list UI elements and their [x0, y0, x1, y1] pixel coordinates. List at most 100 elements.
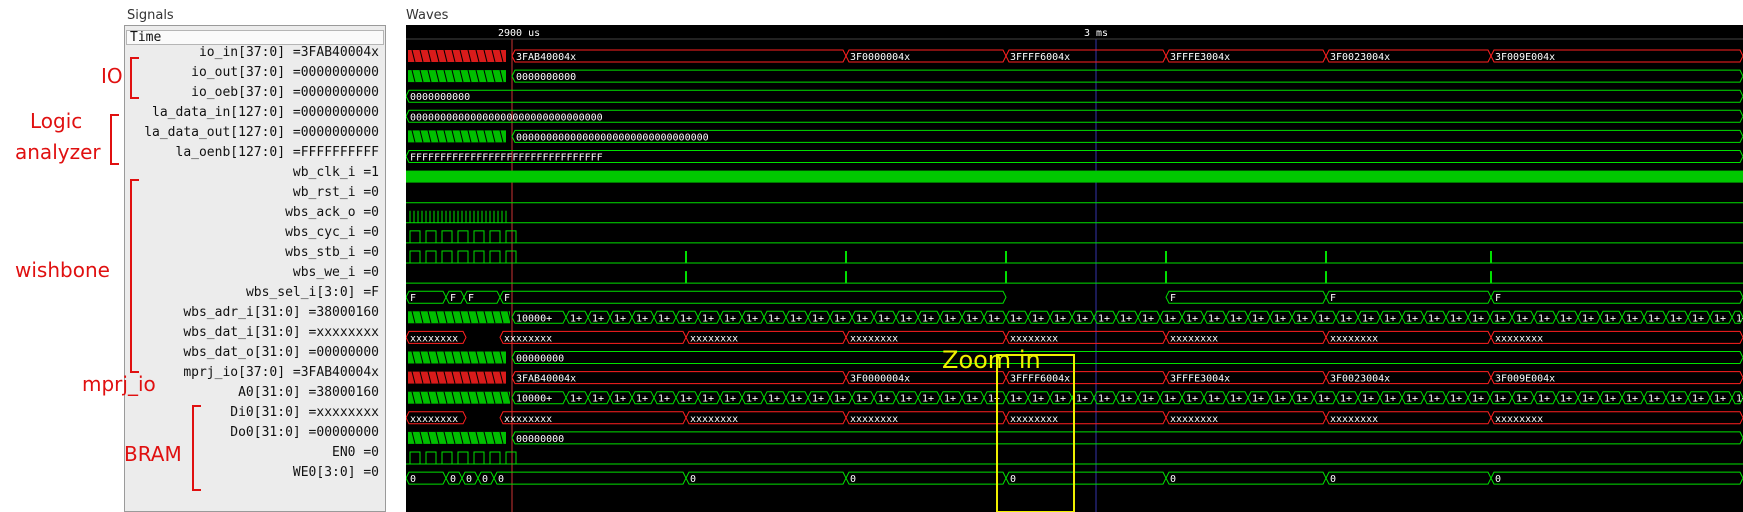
wbs-cyc-pulse — [425, 230, 437, 243]
a0-seg-label: 1+ — [1604, 394, 1616, 405]
wbs-stb-pulse — [489, 250, 501, 263]
signal-wb-clk-i[interactable]: wb_clk_i =1 — [293, 165, 379, 181]
annotation-logic: Logic — [30, 109, 83, 133]
signal-io-oeb[interactable]: io_oeb[37:0] =0000000000 — [191, 85, 379, 101]
signal-a0[interactable]: A0[31:0] =38000160 — [238, 385, 379, 401]
signal-wb-rst-i[interactable]: wb_rst_i =0 — [293, 185, 379, 201]
wbs-adr-seg-label: 1+ — [1340, 313, 1352, 324]
wb-clk-fill — [406, 170, 1743, 183]
timeline-marker-2900us: 2900 us — [498, 28, 540, 39]
wbs-sel-seg-label: F — [450, 293, 456, 304]
a0-seg-label: 1+ — [1494, 394, 1506, 405]
a0-seg-label: 1+ — [680, 394, 692, 405]
en0-pulse — [473, 451, 485, 464]
a0-seg-label: 1+ — [1472, 394, 1484, 405]
mprj-io-seg-label: 3FAB40004x — [516, 374, 576, 385]
a0-seg-label: 1+ — [1252, 394, 1264, 405]
di0-seg-label: xxxxxxxx — [1495, 414, 1543, 425]
a0-seg-label: 1+ — [1362, 394, 1374, 405]
wbs-adr-seg-label: 1+ — [1274, 313, 1286, 324]
mprj-io-seg-label: 3F0023004x — [1330, 374, 1390, 385]
di0-seg-label: xxxxxxxx — [410, 414, 458, 425]
signal-io-in[interactable]: io_in[37:0] =3FAB40004x — [199, 45, 379, 61]
wbs-cyc-pulse — [473, 230, 485, 243]
wbs-adr-seg-label: 1+ — [1604, 313, 1616, 324]
wbs-stb-pulse — [425, 250, 437, 263]
signal-di0[interactable]: Di0[31:0] =xxxxxxxx — [230, 405, 379, 421]
wbs-adr-seg-label: 1+ — [592, 313, 604, 324]
signal-we0[interactable]: WE0[3:0] =0 — [293, 465, 379, 481]
wbs-sel-seg — [1165, 290, 1327, 304]
wbs-stb-pulse — [457, 250, 469, 263]
signal-wbs-adr-i[interactable]: wbs_adr_i[31:0] =38000160 — [183, 305, 379, 321]
a0-seg-label: 1+ — [1626, 394, 1638, 405]
a0-seg-label: 1+ — [614, 394, 626, 405]
a0-seg-label: 1+ — [1230, 394, 1242, 405]
waves-panel[interactable]: 2900 us 3 ms 3FAB40004x 3F0000004x 3FFFF6004… — [406, 25, 1743, 512]
wbs-adr-seg-label: 1+ — [570, 313, 582, 324]
signal-wbs-we-i[interactable]: wbs_we_i =0 — [293, 265, 379, 281]
wbs-adr-seg-label: 1+ — [1494, 313, 1506, 324]
signal-en0[interactable]: EN0 =0 — [332, 445, 379, 461]
signal-la-oenb[interactable]: la_oenb[127:0] =FFFFFFFFFF — [176, 145, 380, 161]
annotation-mprj-io: mprj_io — [82, 372, 156, 396]
signal-wbs-stb-i[interactable]: wbs_stb_i =0 — [285, 245, 379, 261]
wbs-adr-seg-label: 1+ — [1186, 313, 1198, 324]
a0-seg-label: 1+ — [1670, 394, 1682, 405]
signal-wbs-cyc-i[interactable]: wbs_cyc_i =0 — [285, 225, 379, 241]
we0-seg-label: 0 — [450, 474, 456, 485]
signal-do0[interactable]: Do0[31:0] =00000000 — [230, 425, 379, 441]
a0-seg-label: 1+ — [636, 394, 648, 405]
a0-seg-label: 1+ — [1076, 394, 1088, 405]
wbs-sel-seg-label: F — [468, 293, 474, 304]
a0-seg-label: 1+ — [1384, 394, 1396, 405]
a0-seg-label: 1+ — [1736, 394, 1743, 405]
la-data-in-seg — [406, 109, 1743, 123]
io-in-seg-label: 3F009E004x — [1495, 52, 1555, 63]
wbs-stb-pulse — [473, 250, 485, 263]
wbs-dat-i-seg-label: xxxxxxxx — [850, 333, 898, 344]
wbs-adr-seg-label: 1+ — [680, 313, 692, 324]
signal-wbs-sel-i[interactable]: wbs_sel_i[3:0] =F — [246, 285, 379, 301]
signal-io-out[interactable]: io_out[37:0] =0000000000 — [191, 65, 379, 81]
wbs-adr-seg-label: 1+ — [614, 313, 626, 324]
a0-seg-label: 1+ — [724, 394, 736, 405]
la-oenb-seg-label: FFFFFFFFFFFFFFFFFFFFFFFFFFFFFFFF — [410, 153, 603, 164]
signals-panel[interactable]: Time io_in[37:0] =3FAB40004x io_out[37:0… — [124, 25, 386, 512]
we0-seg-label: 0 — [1170, 474, 1176, 485]
wbs-stb-pulse — [441, 250, 453, 263]
en0-pulse — [505, 451, 517, 464]
we0-seg — [845, 471, 1007, 485]
wbs-adr-seg-label: 1+ — [1208, 313, 1220, 324]
signal-mprj-io[interactable]: mprj_io[37:0] =3FAB40004x — [183, 365, 379, 381]
wbs-dat-i-seg-label: xxxxxxxx — [1170, 333, 1218, 344]
wbs-sel-seg-label: F — [410, 293, 416, 304]
a0-seg-label: 1+ — [570, 394, 582, 405]
wbs-cyc-pulse — [489, 230, 501, 243]
di0-seg-label: xxxxxxxx — [690, 414, 738, 425]
signal-la-data-out[interactable]: la_data_out[127:0] =0000000000 — [144, 125, 379, 141]
wbs-sel-seg — [1490, 290, 1743, 304]
a0-seg-label: 1+ — [1340, 394, 1352, 405]
wbs-adr-seg-label: 1+ — [922, 313, 934, 324]
wbs-cyc-pulse — [409, 230, 421, 243]
waveform-canvas[interactable]: 2900 us 3 ms 3FAB40004x 3F0000004x 3FFFF6004… — [406, 25, 1743, 512]
signal-wbs-ack-o[interactable]: wbs_ack_o =0 — [285, 205, 379, 221]
wbs-adr-seg-label: 1+ — [1252, 313, 1264, 324]
signal-wbs-dat-i[interactable]: wbs_dat_i[31:0] =xxxxxxxx — [183, 325, 379, 341]
signal-wbs-dat-o[interactable]: wbs_dat_o[31:0] =00000000 — [183, 345, 379, 361]
a0-seg-label: 1+ — [1648, 394, 1660, 405]
io-in-seg-label: 3FFFE3004x — [1170, 52, 1230, 63]
wbs-adr-seg-label: 10000+ — [516, 313, 552, 324]
la-oenb-seg — [406, 150, 1743, 163]
we0-seg-label: 0 — [410, 474, 416, 485]
wbs-adr-seg-label: 1+ — [724, 313, 736, 324]
timeline-marker-3ms: 3 ms — [1084, 28, 1108, 39]
a0-seg-label: 1+ — [1296, 394, 1308, 405]
wbs-sel-seg — [499, 290, 1007, 304]
wbs-adr-seg-label: 1+ — [1142, 313, 1154, 324]
signal-la-data-in[interactable]: la_data_in[127:0] =0000000000 — [152, 105, 379, 121]
wbs-dat-i-seg-label: xxxxxxxx — [1330, 333, 1378, 344]
la-data-in-seg-label: 00000000000000000000000000000000 — [410, 112, 603, 123]
wbs-adr-seg-label: 1+ — [1472, 313, 1484, 324]
